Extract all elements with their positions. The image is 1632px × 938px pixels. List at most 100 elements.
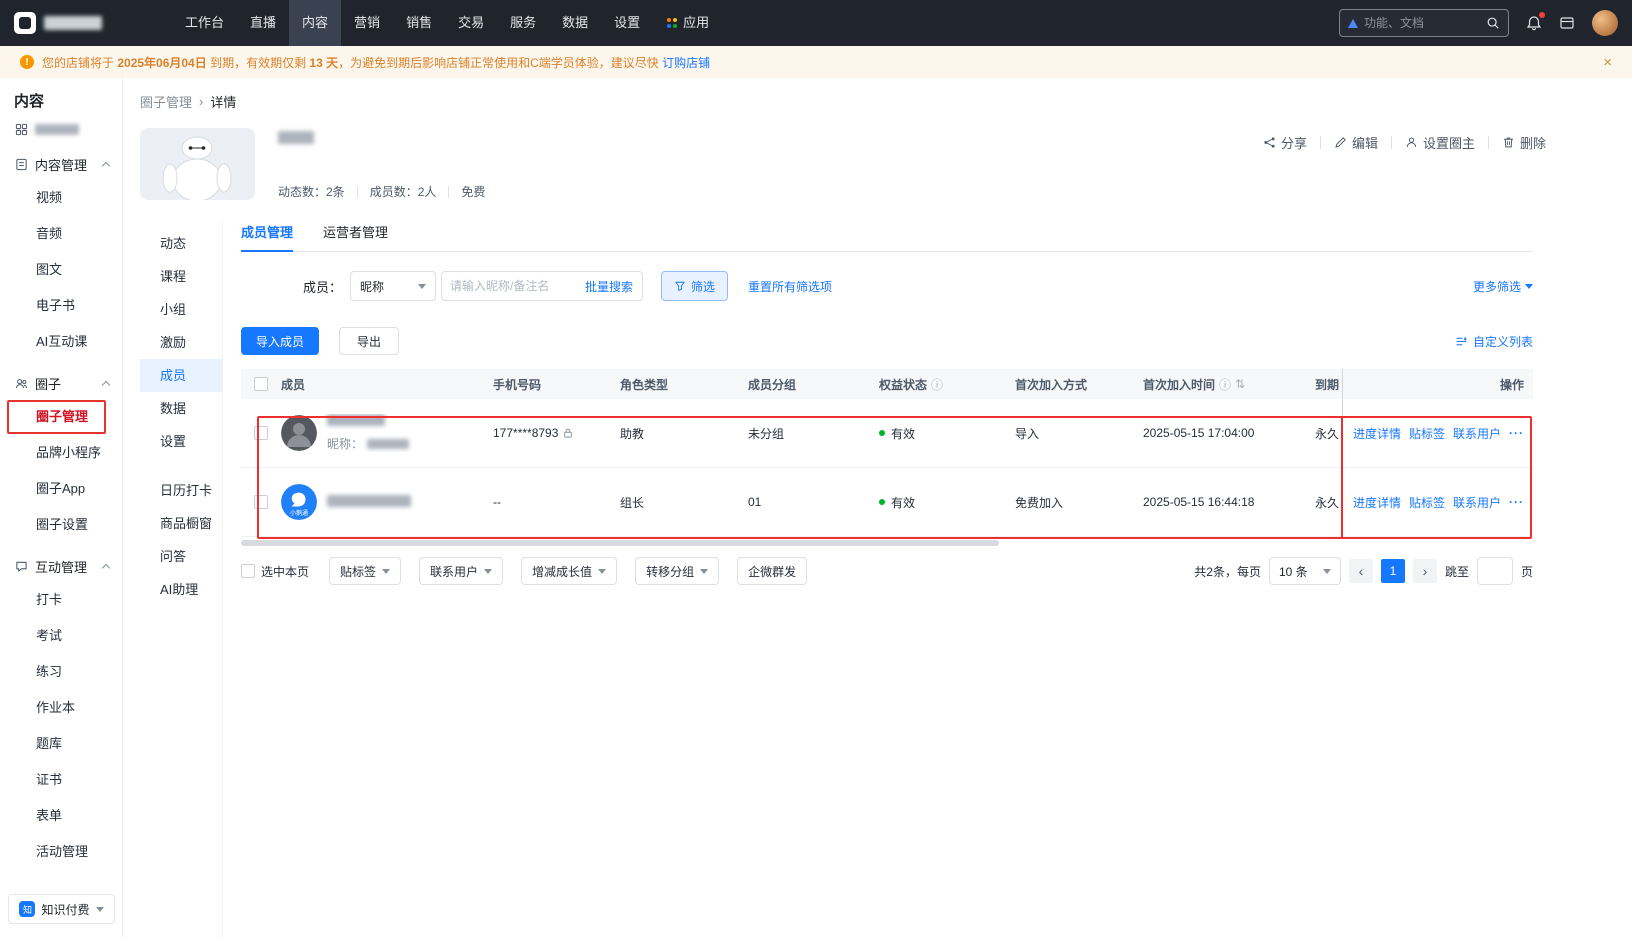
- contact-user-batch-button[interactable]: 联系用户: [419, 557, 504, 585]
- subnav-settings[interactable]: 设置: [140, 425, 222, 458]
- transfer-group-button[interactable]: 转移分组: [635, 557, 720, 585]
- info-icon[interactable]: ⓘ: [931, 376, 943, 393]
- export-button[interactable]: 导出: [339, 327, 400, 355]
- sidebar-item-audio[interactable]: 音频: [0, 216, 122, 252]
- sidebar-item-practice[interactable]: 练习: [0, 654, 122, 690]
- sidebar-item-circle-manage[interactable]: 圈子管理: [0, 399, 122, 435]
- sidebar-item-form[interactable]: 表单: [0, 798, 122, 834]
- sidebar-group-interact[interactable]: 互动管理: [0, 550, 122, 582]
- tab-operator-manage[interactable]: 运营者管理: [323, 222, 388, 252]
- contact-user-link[interactable]: 联系用户: [1453, 425, 1501, 442]
- nav-data[interactable]: 数据: [549, 0, 601, 46]
- batch-search-link[interactable]: 批量搜索: [585, 278, 642, 295]
- sidebar-group-content-manage[interactable]: 内容管理: [0, 148, 122, 180]
- sidebar-item-homework[interactable]: 作业本: [0, 690, 122, 726]
- progress-detail-link[interactable]: 进度详情: [1353, 494, 1401, 511]
- renew-shop-link[interactable]: 订购店铺: [662, 56, 710, 70]
- app-logo[interactable]: [14, 12, 172, 34]
- share-button[interactable]: 分享: [1263, 133, 1307, 152]
- subnav-feed[interactable]: 动态: [140, 227, 222, 260]
- nickname-search-input[interactable]: [442, 279, 585, 293]
- row-checkbox[interactable]: [254, 426, 268, 440]
- import-members-button[interactable]: 导入成员: [241, 327, 320, 355]
- select-all-checkbox[interactable]: [254, 377, 268, 391]
- sidebar-item-activity-manage[interactable]: 活动管理: [0, 834, 122, 870]
- sidebar-item-question-bank[interactable]: 题库: [0, 726, 122, 762]
- sidebar-item-truncated[interactable]: [0, 117, 122, 141]
- nav-workbench[interactable]: 工作台: [172, 0, 237, 46]
- more-actions-icon[interactable]: ···: [1509, 495, 1524, 509]
- subnav-calendar-checkin[interactable]: 日历打卡: [140, 474, 222, 507]
- edit-button[interactable]: 编辑: [1334, 133, 1378, 152]
- filter-button[interactable]: 筛选: [661, 271, 729, 301]
- wecom-broadcast-button[interactable]: 企微群发: [737, 557, 808, 585]
- nav-apps[interactable]: 应用: [653, 0, 722, 46]
- nav-service[interactable]: 服务: [497, 0, 549, 46]
- horizontal-scrollbar[interactable]: [241, 540, 999, 546]
- table-row[interactable]: 小鹅通 -- 组长 01 有效 免费加入 2025-05-15 16:44:18: [241, 468, 1533, 537]
- table-row[interactable]: 昵称： 177****8793 助教 未分组 有效 导入 2025-05-15 …: [241, 399, 1533, 468]
- page-size-select[interactable]: 10 条: [1268, 557, 1341, 585]
- sidebar-item-ebook[interactable]: 电子书: [0, 288, 122, 324]
- subnav-member[interactable]: 成员: [140, 359, 222, 392]
- sidebar-item-video[interactable]: 视频: [0, 180, 122, 216]
- nav-sales[interactable]: 销售: [393, 0, 445, 46]
- more-actions-icon[interactable]: ···: [1509, 426, 1524, 440]
- sidebar-group-circle[interactable]: 圈子: [0, 367, 122, 399]
- sidebar-item-checkin[interactable]: 打卡: [0, 582, 122, 618]
- workspace-window-icon[interactable]: [1559, 15, 1575, 31]
- banner-close-icon[interactable]: ×: [1603, 54, 1612, 71]
- nav-trade[interactable]: 交易: [445, 0, 497, 46]
- nav-content[interactable]: 内容: [289, 0, 342, 46]
- user-avatar[interactable]: [1592, 10, 1618, 36]
- member-name-redacted: [327, 414, 385, 426]
- nav-settings[interactable]: 设置: [601, 0, 653, 46]
- sidebar-item-ai-course[interactable]: AI互动课: [0, 324, 122, 360]
- subnav-ai-assistant[interactable]: AI助理: [140, 573, 222, 606]
- sidebar-item-circle-app[interactable]: 圈子App: [0, 471, 122, 507]
- sidebar-item-brand-miniapp[interactable]: 品牌小程序: [0, 435, 122, 471]
- set-owner-button[interactable]: 设置圈主: [1405, 133, 1475, 152]
- sidebar-item-circle-settings[interactable]: 圈子设置: [0, 507, 122, 543]
- customize-columns-link[interactable]: 自定义列表: [1455, 333, 1533, 350]
- notifications-bell-icon[interactable]: [1526, 12, 1545, 31]
- reset-filters-link[interactable]: 重置所有筛选项: [748, 278, 832, 295]
- subnav-qa[interactable]: 问答: [140, 540, 222, 573]
- nav-marketing[interactable]: 营销: [341, 0, 393, 46]
- breadcrumb-parent[interactable]: 圈子管理: [140, 92, 192, 111]
- next-page-button[interactable]: ›: [1412, 559, 1437, 583]
- knowledge-pay-icon: 知: [19, 901, 36, 917]
- sidebar-item-exam[interactable]: 考试: [0, 618, 122, 654]
- contact-user-link[interactable]: 联系用户: [1453, 494, 1501, 511]
- delete-button[interactable]: 删除: [1502, 133, 1546, 152]
- subnav-group[interactable]: 小组: [140, 293, 222, 326]
- row-checkbox[interactable]: [254, 495, 268, 509]
- global-search[interactable]: [1339, 9, 1509, 37]
- prev-page-button[interactable]: ‹: [1348, 559, 1373, 583]
- subnav-course[interactable]: 课程: [140, 260, 222, 293]
- progress-detail-link[interactable]: 进度详情: [1353, 425, 1401, 442]
- lock-icon[interactable]: [562, 427, 574, 439]
- sidebar-item-certificate[interactable]: 证书: [0, 762, 122, 798]
- tag-link[interactable]: 贴标签: [1409, 425, 1445, 442]
- subnav-product-showcase[interactable]: 商品橱窗: [140, 507, 222, 540]
- subnav-data[interactable]: 数据: [140, 392, 222, 425]
- info-icon[interactable]: ⓘ: [1219, 376, 1231, 393]
- product-switcher[interactable]: 知 知识付费: [8, 894, 115, 924]
- tag-batch-button[interactable]: 贴标签: [329, 557, 402, 585]
- search-icon[interactable]: [1486, 16, 1500, 30]
- select-page-checkbox[interactable]: [241, 564, 255, 578]
- sidebar-item-article[interactable]: 图文: [0, 252, 122, 288]
- nav-live[interactable]: 直播: [237, 0, 289, 46]
- global-search-input[interactable]: [1364, 16, 1480, 30]
- subnav-incentive[interactable]: 激励: [140, 326, 222, 359]
- jump-page-input[interactable]: [1476, 557, 1513, 585]
- filter-field-select[interactable]: 昵称: [350, 271, 437, 301]
- more-filters-link[interactable]: 更多筛选: [1473, 278, 1533, 295]
- tab-member-manage[interactable]: 成员管理: [241, 222, 294, 252]
- current-page-button[interactable]: 1: [1380, 559, 1405, 583]
- sort-icon[interactable]: ⇅: [1235, 377, 1245, 391]
- tag-link[interactable]: 贴标签: [1409, 494, 1445, 511]
- select-page-checkbox-group[interactable]: 选中本页: [241, 563, 309, 580]
- growth-value-button[interactable]: 增减成长值: [521, 557, 618, 585]
